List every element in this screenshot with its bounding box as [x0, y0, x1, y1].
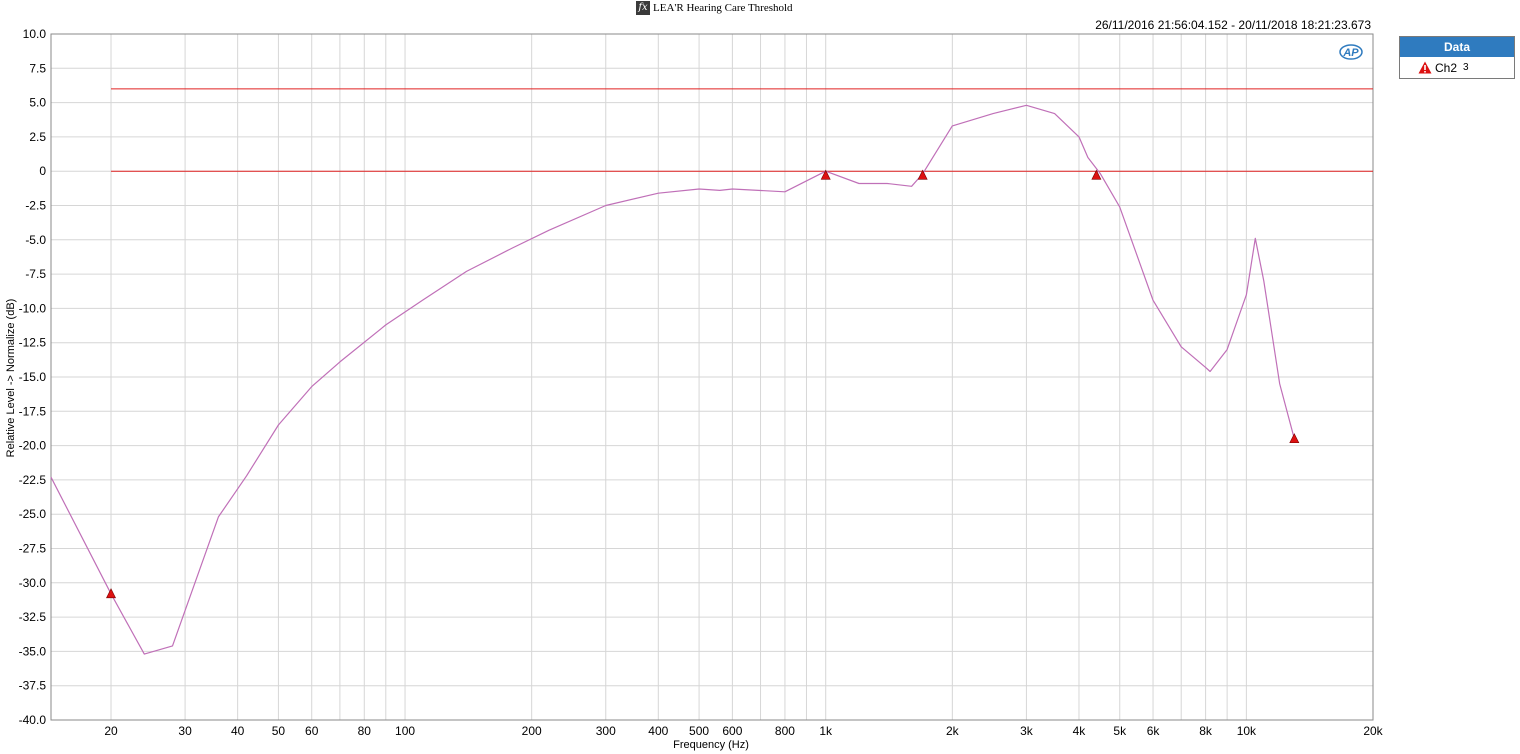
x-tick-label: 60: [305, 724, 319, 738]
y-tick-label: -22.5: [19, 473, 47, 487]
x-tick-label: 80: [358, 724, 372, 738]
data-marker[interactable]: [106, 588, 117, 599]
chart-title: LEA'R Hearing Care Threshold: [653, 2, 793, 14]
x-tick-label: 2k: [946, 724, 960, 738]
warning-triangle-icon: [1418, 61, 1432, 74]
y-tick-label: -37.5: [19, 679, 47, 693]
y-tick-label: -7.5: [25, 267, 46, 281]
x-tick-label: 50: [272, 724, 286, 738]
x-tick-label: 400: [648, 724, 668, 738]
x-tick-label: 8k: [1199, 724, 1213, 738]
y-tick-label: 5.0: [29, 96, 46, 110]
x-tick-label: 200: [522, 724, 542, 738]
y-tick-label: 7.5: [29, 61, 46, 75]
y-tick-label: -2.5: [25, 199, 46, 213]
x-axis-ticks: 20 30 40 50 60 80 100 200 300 400 500 600 800 1k 2k 3k 4…: [104, 724, 1383, 738]
x-tick-label: 5k: [1113, 724, 1127, 738]
legend-item-label: Ch2: [1435, 60, 1458, 75]
x-tick-label: 30: [178, 724, 192, 738]
x-tick-label: 20k: [1363, 724, 1383, 738]
ap-logo-icon: AP: [1339, 44, 1363, 60]
y-axis-ticks: 10.0 7.5 5.0 2.5 0 -2.5 -5.0 -7.5 -10.0 -12.5 -15.…: [19, 27, 47, 727]
y-tick-label: -12.5: [19, 336, 47, 350]
x-tick-label: 10k: [1237, 724, 1257, 738]
y-tick-label: -5.0: [25, 233, 46, 247]
y-tick-label: -17.5: [19, 404, 47, 418]
y-tick-label: -32.5: [19, 610, 47, 624]
y-tick-label: -40.0: [19, 713, 47, 727]
chart-title-bar: fx LEA'R Hearing Care Threshold: [636, 0, 793, 16]
y-tick-label: -30.0: [19, 576, 47, 590]
legend-item-sub: 3: [1463, 62, 1469, 73]
y-tick-label: 0: [39, 164, 46, 178]
legend-panel: Data Ch2 3: [1399, 36, 1515, 79]
ap-logo-text: AP: [1342, 47, 1359, 59]
x-tick-label: 600: [722, 724, 742, 738]
x-tick-label: 500: [689, 724, 709, 738]
x-tick-label: 3k: [1020, 724, 1034, 738]
y-tick-label: -10.0: [19, 301, 47, 315]
x-tick-label: 4k: [1073, 724, 1087, 738]
grid: [51, 33, 1374, 721]
data-marker[interactable]: [1289, 433, 1300, 444]
x-tick-label: 40: [231, 724, 245, 738]
y-tick-label: -35.0: [19, 644, 47, 658]
y-tick-label: 10.0: [23, 27, 47, 41]
y-tick-label: 2.5: [29, 130, 46, 144]
time-range: 26/11/2016 21:56:04.152 - 20/11/2018 18:…: [1095, 18, 1371, 32]
fx-icon[interactable]: fx: [636, 1, 650, 15]
y-tick-label: -25.0: [19, 507, 47, 521]
reference-lines: [111, 88, 1373, 172]
legend-header: Data: [1400, 37, 1514, 57]
y-tick-label: -27.5: [19, 542, 47, 556]
x-tick-label: 20: [104, 724, 118, 738]
x-tick-label: 800: [775, 724, 795, 738]
chart-canvas: 10.0 7.5 5.0 2.5 0 -2.5 -5.0 -7.5 -10.0 -12.5 -15.…: [5, 27, 1384, 751]
legend-item-ch2[interactable]: Ch2 3: [1400, 57, 1514, 78]
x-tick-label: 1k: [819, 724, 833, 738]
y-tick-label: -20.0: [19, 439, 47, 453]
x-tick-label: 6k: [1147, 724, 1161, 738]
y-tick-label: -15.0: [19, 370, 47, 384]
x-axis-title: Frequency (Hz): [673, 739, 749, 751]
y-axis-title: Relative Level -> Normalize (dB): [5, 299, 17, 458]
x-tick-label: 100: [395, 724, 415, 738]
x-tick-label: 300: [596, 724, 616, 738]
